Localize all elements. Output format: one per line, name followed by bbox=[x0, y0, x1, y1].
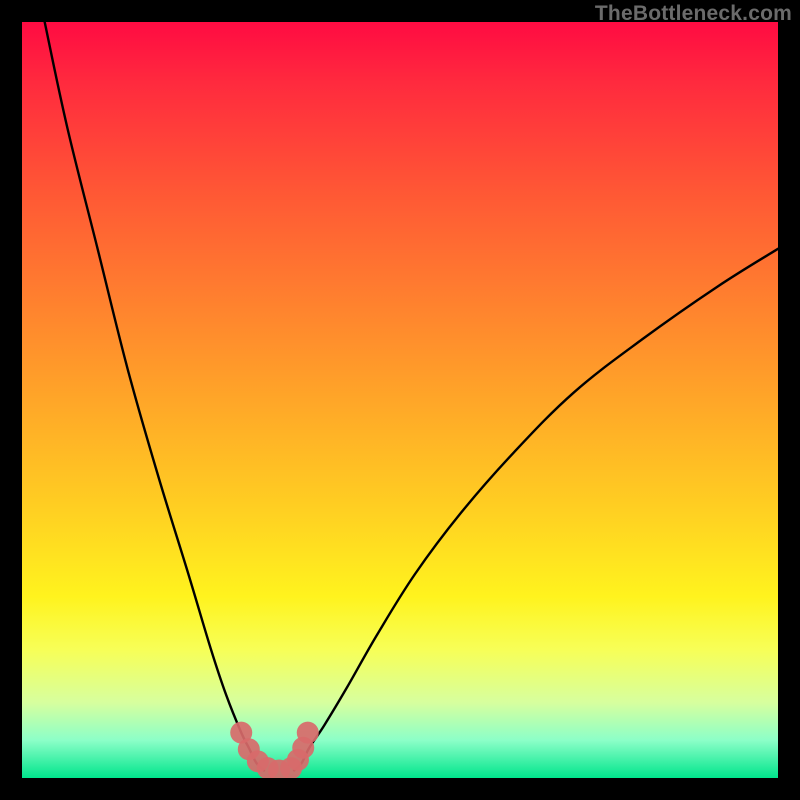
optimum-marker bbox=[297, 722, 319, 744]
left-curve bbox=[45, 22, 264, 770]
watermark-text: TheBottleneck.com bbox=[595, 2, 792, 26]
chart-frame: TheBottleneck.com bbox=[0, 0, 800, 800]
right-curve bbox=[294, 249, 778, 771]
curve-layer bbox=[22, 22, 778, 778]
plot-area bbox=[22, 22, 778, 778]
